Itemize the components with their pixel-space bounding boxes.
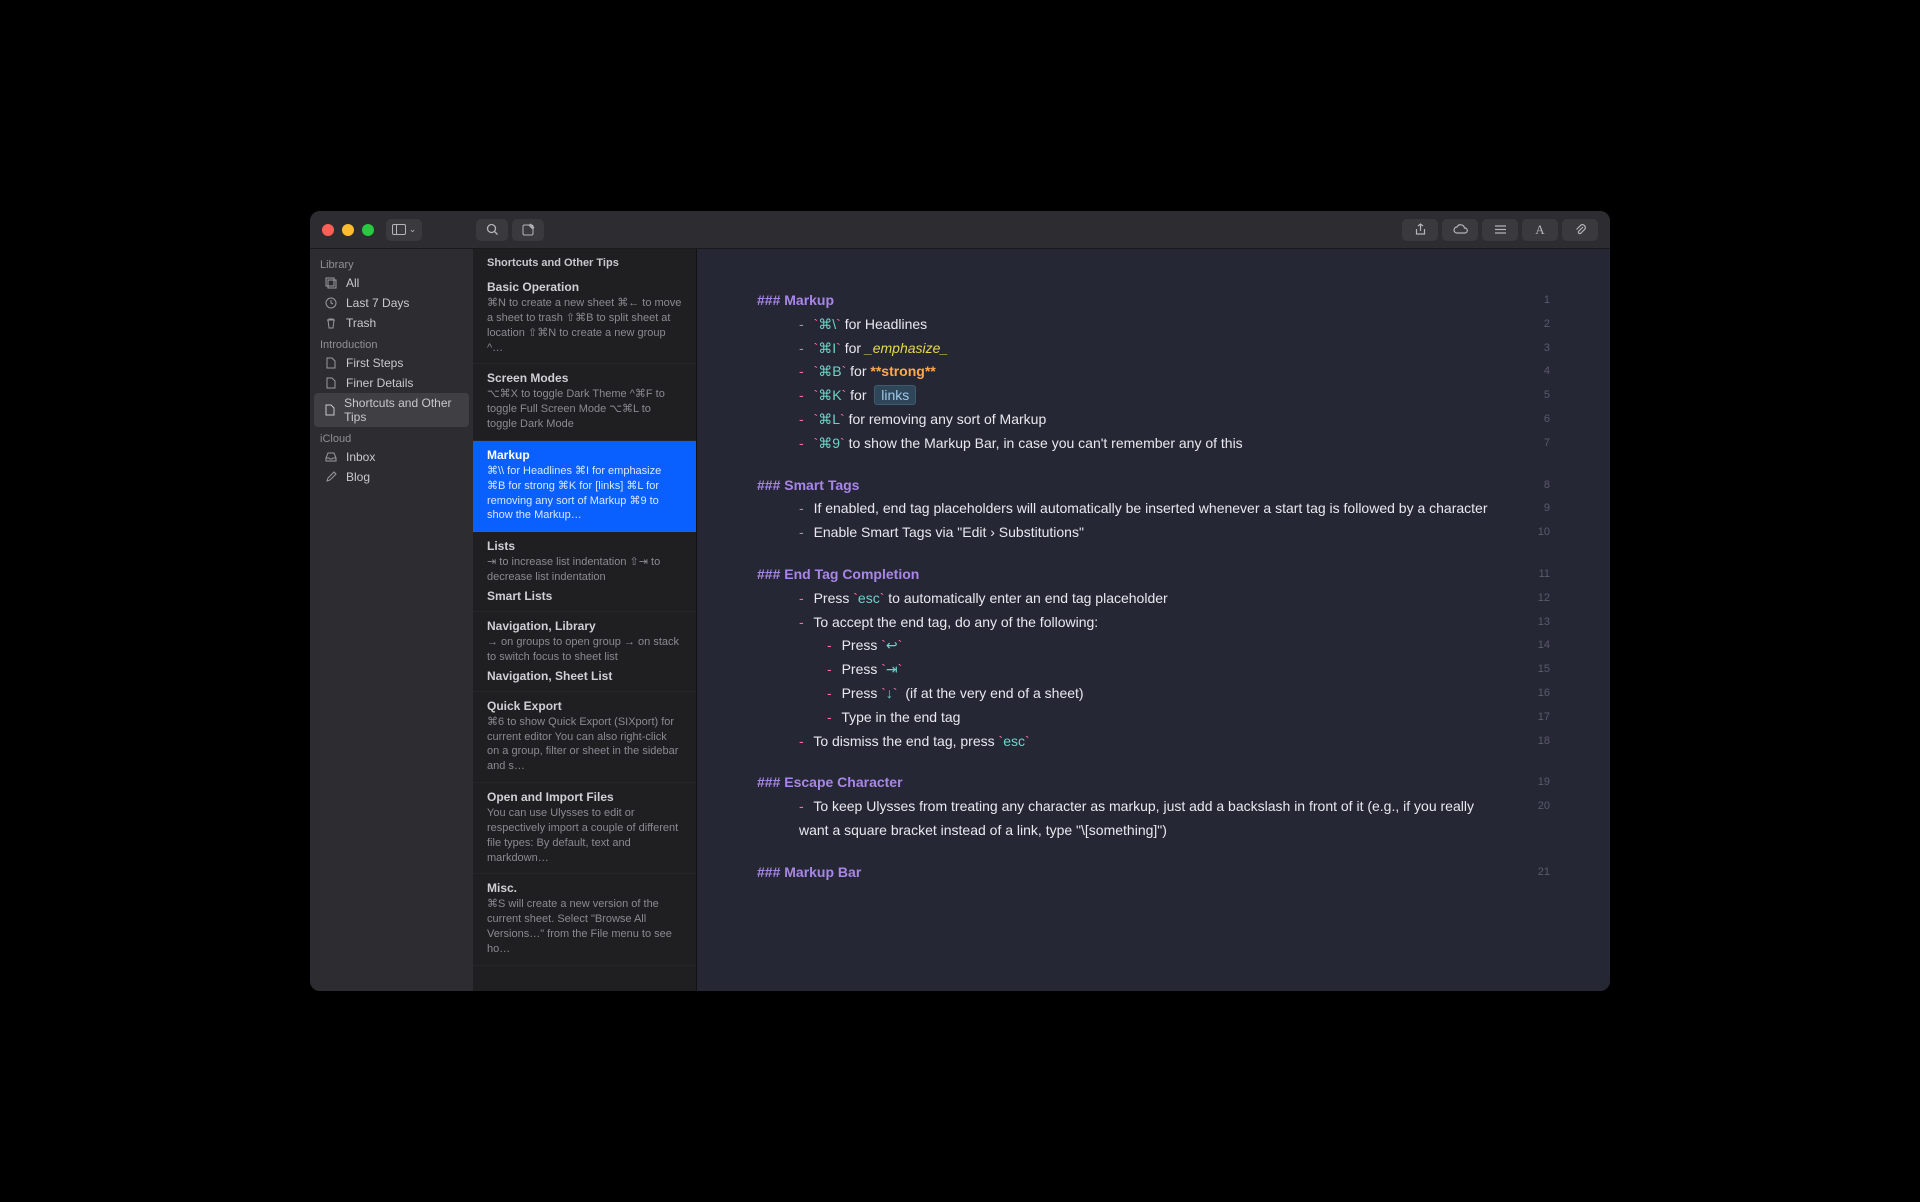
share-icon [1414, 223, 1427, 236]
sidebar-icon [392, 224, 406, 235]
sidebar-item-finer-details[interactable]: Finer Details [310, 373, 473, 393]
heading-end-tag: End Tag Completion [784, 566, 919, 582]
sheet-title: Open and Import Files [487, 790, 682, 804]
app-window: ⌄ A Library All [310, 211, 1610, 991]
sheet-preview: ⌘S will create a new version of the curr… [487, 897, 682, 956]
zoom-window[interactable] [362, 224, 374, 236]
sheet-subtitle: Navigation, Sheet List [487, 669, 682, 683]
sidebar-item-label: First Steps [346, 356, 403, 370]
sidebar-item-label: Finer Details [346, 376, 413, 390]
sidebar-toggle-button[interactable]: ⌄ [386, 219, 422, 241]
cloud-button[interactable] [1442, 219, 1478, 241]
attachments-button[interactable] [1562, 219, 1598, 241]
sidebar-section-header: Library [310, 253, 473, 273]
heading-markup-bar: Markup Bar [784, 864, 861, 880]
sidebar-item-first-steps[interactable]: First Steps [310, 353, 473, 373]
sidebar-item-inbox[interactable]: Inbox [310, 447, 473, 467]
sheet-list-item[interactable]: Misc. ⌘S will create a new version of the… [473, 874, 696, 965]
stack-icon [324, 276, 338, 290]
heading-smart-tags: Smart Tags [784, 477, 859, 493]
sheet-list-item[interactable]: Lists ⇥ to increase list indentation ⇧⇥ t… [473, 532, 696, 612]
sheet-title: Lists [487, 539, 682, 553]
clock-icon [324, 296, 338, 310]
paperclip-icon [1574, 223, 1587, 236]
sheet-title: Quick Export [487, 699, 682, 713]
sheet-preview: ⌘\\ for Headlines ⌘I for emphasize ⌘B fo… [487, 464, 682, 523]
sidebar-item-all[interactable]: All [310, 273, 473, 293]
doc-icon [324, 403, 336, 417]
sidebar-item-label: Blog [346, 470, 370, 484]
window-controls [322, 224, 374, 236]
sidebar-item-label: Shortcuts and Other Tips [344, 396, 459, 424]
main-content: Library All Last 7 Days Trash Introducti… [310, 249, 1610, 991]
cloud-icon [1453, 224, 1468, 235]
sheet-preview: ⇥ to increase list indentation ⇧⇥ to dec… [487, 555, 682, 585]
sheet-preview: ⌘6 to show Quick Export (SIXport) for cu… [487, 715, 682, 774]
chevron-down-icon: ⌄ [409, 224, 417, 235]
share-button[interactable] [1402, 219, 1438, 241]
doc-icon [324, 356, 338, 370]
sheet-list-item[interactable]: Navigation, Library → on groups to open g… [473, 612, 696, 692]
line-number: 1 [1526, 289, 1550, 310]
sidebar-item-shortcuts[interactable]: Shortcuts and Other Tips [314, 393, 469, 427]
sidebar-item-blog[interactable]: Blog [310, 467, 473, 487]
compose-icon [522, 223, 535, 236]
link-pill: links [874, 385, 916, 405]
trash-icon [324, 316, 338, 330]
typography-button[interactable]: A [1522, 219, 1558, 241]
editor[interactable]: ### Markup1 - `⌘\` for Headlines2 - `⌘I`… [697, 249, 1610, 991]
sidebar-item-last7days[interactable]: Last 7 Days [310, 293, 473, 313]
sidebar-item-label: All [346, 276, 359, 290]
sheet-title: Misc. [487, 881, 682, 895]
sidebar-item-label: Trash [346, 316, 376, 330]
sheet-list-item[interactable]: Open and Import Files You can use Ulysses… [473, 783, 696, 874]
sheet-title: Screen Modes [487, 371, 682, 385]
doc-icon [324, 376, 338, 390]
sidebar-item-label: Last 7 Days [346, 296, 409, 310]
sheet-list-item[interactable]: Basic Operation ⌘N to create a new sheet … [473, 273, 696, 364]
sheet-list-item[interactable]: Quick Export ⌘6 to show Quick Export (SIX… [473, 692, 696, 783]
inbox-icon [324, 450, 338, 464]
sheet-preview: ⌥⌘X to toggle Dark Theme ^⌘F to toggle F… [487, 387, 682, 432]
typography-icon: A [1535, 222, 1544, 238]
sheet-list-header: Shortcuts and Other Tips [473, 249, 696, 273]
sheet-list: Shortcuts and Other Tips Basic Operation… [473, 249, 697, 991]
search-button[interactable] [476, 219, 508, 241]
titlebar: ⌄ A [310, 211, 1610, 249]
sheet-list-item[interactable]: Markup ⌘\\ for Headlines ⌘I for emphasize… [473, 441, 696, 532]
sheet-title: Navigation, Library [487, 619, 682, 633]
compose-button[interactable] [512, 219, 544, 241]
library-sidebar: Library All Last 7 Days Trash Introducti… [310, 249, 473, 991]
sheet-preview: You can use Ulysses to edit or respectiv… [487, 806, 682, 865]
search-icon [486, 223, 499, 236]
sidebar-section-header: iCloud [310, 427, 473, 447]
sheet-subtitle: Smart Lists [487, 589, 682, 603]
list-icon [1494, 224, 1507, 235]
sheet-title: Markup [487, 448, 682, 462]
outline-button[interactable] [1482, 219, 1518, 241]
sheet-preview: → on groups to open group → on stack to … [487, 635, 682, 665]
sheet-list-item[interactable]: Screen Modes ⌥⌘X to toggle Dark Theme ^⌘F… [473, 364, 696, 441]
pen-icon [324, 470, 338, 484]
sidebar-section-header: Introduction [310, 333, 473, 353]
close-window[interactable] [322, 224, 334, 236]
sidebar-item-label: Inbox [346, 450, 375, 464]
sheet-preview: ⌘N to create a new sheet ⌘← to move a sh… [487, 296, 682, 355]
minimize-window[interactable] [342, 224, 354, 236]
heading-escape: Escape Character [784, 774, 902, 790]
sheet-title: Basic Operation [487, 280, 682, 294]
sidebar-item-trash[interactable]: Trash [310, 313, 473, 333]
heading-markup: Markup [784, 292, 834, 308]
